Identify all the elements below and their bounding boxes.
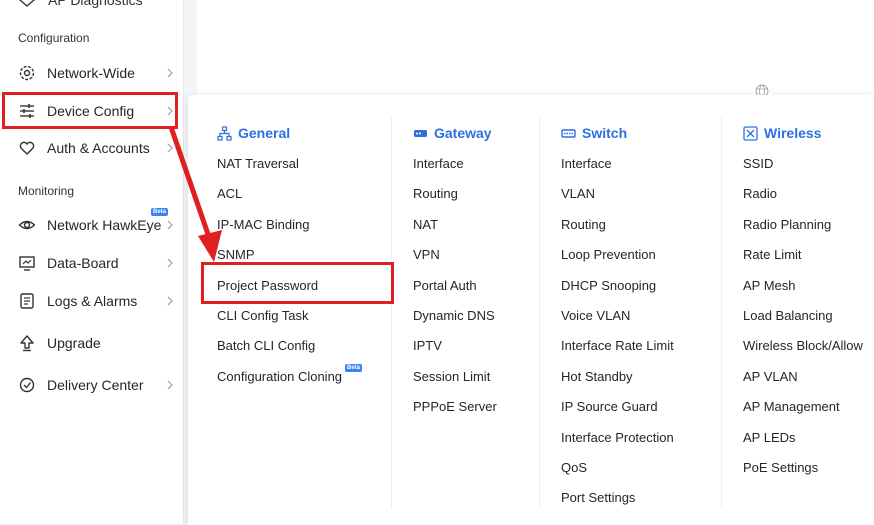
- sidebar-item-label: Auth & Accounts: [47, 140, 150, 156]
- menu-item-acl[interactable]: ACL: [217, 186, 242, 201]
- sidebar-item-auth-accounts[interactable]: Auth & Accounts: [0, 130, 183, 166]
- menu-item-ap-mesh[interactable]: AP Mesh: [743, 278, 796, 293]
- column-title-label: Wireless: [764, 125, 822, 141]
- menu-item-vlan[interactable]: VLAN: [561, 186, 595, 201]
- menu-item-cli-config-task[interactable]: CLI Config Task: [217, 308, 309, 323]
- sidebar-item-network-wide[interactable]: Network-Wide: [0, 55, 183, 91]
- menu-item-session-limit[interactable]: Session Limit: [413, 369, 490, 384]
- menu-item-load-balancing[interactable]: Load Balancing: [743, 308, 833, 323]
- menu-item-interface-rate-limit[interactable]: Interface Rate Limit: [561, 338, 674, 353]
- menu-item-hot-standby[interactable]: Hot Standby: [561, 369, 633, 384]
- diagnostics-icon: [18, 0, 36, 7]
- menu-item-ip-source-guard[interactable]: IP Source Guard: [561, 399, 658, 414]
- menu-item-ap-vlan[interactable]: AP VLAN: [743, 369, 798, 384]
- menu-item-iptv[interactable]: IPTV: [413, 338, 442, 353]
- gear-icon: [19, 65, 35, 81]
- menu-item-dhcp-snooping[interactable]: DHCP Snooping: [561, 278, 656, 293]
- menu-item-routing[interactable]: Routing: [413, 186, 458, 201]
- menu-item-routing[interactable]: Routing: [561, 217, 606, 232]
- highlight-box-project-password: [201, 262, 394, 304]
- column-title-label: Switch: [582, 125, 628, 141]
- sidebar-item-network-hawkeye[interactable]: Network HawkEye Beta: [0, 207, 183, 243]
- main-content: [197, 0, 874, 95]
- chevron-right-icon: [167, 258, 173, 268]
- menu-item-ip-mac-binding[interactable]: IP-MAC Binding: [217, 217, 309, 232]
- menu-item-radio-planning[interactable]: Radio Planning: [743, 217, 831, 232]
- menu-item-port-settings[interactable]: Port Settings: [561, 490, 635, 505]
- menu-item-qos[interactable]: QoS: [561, 460, 587, 475]
- menu-item-radio[interactable]: Radio: [743, 186, 777, 201]
- sidebar-item-label: Network-Wide: [47, 65, 135, 81]
- chevron-right-icon: [167, 380, 173, 390]
- menu-item-snmp[interactable]: SNMP: [217, 247, 255, 262]
- sidebar-item-label: Network HawkEye: [47, 217, 162, 233]
- chevron-right-icon: [167, 296, 173, 306]
- sitemap-icon: [217, 125, 232, 141]
- document-icon: [20, 293, 34, 309]
- highlight-box-device-config: [2, 92, 178, 129]
- menu-item-voice-vlan[interactable]: Voice VLAN: [561, 308, 630, 323]
- sidebar-item-upgrade[interactable]: Upgrade: [0, 325, 183, 361]
- menu-item-configuration-cloning[interactable]: Configuration Cloning: [217, 369, 342, 384]
- gateway-icon: [414, 129, 427, 137]
- menu-item-loop-prevention[interactable]: Loop Prevention: [561, 247, 656, 262]
- menu-item-rate-limit[interactable]: Rate Limit: [743, 247, 802, 262]
- menu-item-batch-cli-config[interactable]: Batch CLI Config: [217, 338, 315, 353]
- sidebar-item-data-board[interactable]: Data-Board: [0, 245, 183, 281]
- sidebar-item-label: Upgrade: [47, 335, 101, 351]
- column-title-label: General: [238, 125, 291, 141]
- eye-icon: [18, 220, 36, 230]
- sidebar-item-label: Delivery Center: [47, 377, 144, 393]
- sidebar-item-label: AP Diagnostics: [48, 0, 143, 8]
- heart-icon: [19, 141, 35, 155]
- menu-item-portal-auth[interactable]: Portal Auth: [413, 278, 477, 293]
- section-label-monitoring: Monitoring: [18, 184, 75, 198]
- sidebar-item-logs-alarms[interactable]: Logs & Alarms: [0, 283, 183, 319]
- delivery-icon: [19, 377, 35, 393]
- menu-item-interface[interactable]: Interface: [413, 156, 464, 171]
- sidebar-item-ap-diagnostics[interactable]: AP Diagnostics: [18, 0, 143, 9]
- menu-item-wireless-block-allow[interactable]: Wireless Block/Allow: [743, 338, 863, 353]
- column-title-label: Gateway: [434, 125, 492, 141]
- device-config-dropdown: General Gateway Switch Wireless NAT Trav…: [188, 95, 874, 525]
- sidebar-item-label: Logs & Alarms: [47, 293, 138, 309]
- chevron-right-icon: [167, 68, 173, 78]
- chevron-right-icon: [167, 220, 173, 230]
- menu-item-vpn[interactable]: VPN: [413, 247, 440, 262]
- dashboard-icon: [19, 256, 35, 271]
- column-title-switch: Switch: [561, 125, 627, 141]
- menu-item-dynamic-dns[interactable]: Dynamic DNS: [413, 308, 495, 323]
- menu-item-nat-traversal[interactable]: NAT Traversal: [217, 156, 299, 171]
- menu-item-interface-protection[interactable]: Interface Protection: [561, 430, 674, 445]
- beta-badge: Beta: [345, 364, 363, 372]
- chevron-right-icon: [167, 143, 173, 153]
- column-divider: [721, 117, 722, 509]
- menu-item-ap-management[interactable]: AP Management: [743, 399, 840, 414]
- upload-arrow-icon: [20, 335, 34, 352]
- sidebar-item-label: Data-Board: [47, 255, 119, 271]
- sidebar-item-delivery-center[interactable]: Delivery Center: [0, 367, 183, 403]
- section-label-configuration: Configuration: [18, 31, 90, 45]
- menu-item-nat[interactable]: NAT: [413, 217, 438, 232]
- column-title-general: General: [217, 125, 290, 141]
- column-divider: [391, 117, 392, 509]
- menu-item-ssid[interactable]: SSID: [743, 156, 773, 171]
- column-title-wireless: Wireless: [743, 125, 821, 141]
- column-divider: [539, 117, 540, 509]
- menu-item-interface[interactable]: Interface: [561, 156, 612, 171]
- column-title-gateway: Gateway: [413, 125, 492, 141]
- sidebar: AP Diagnostics Configuration Network-Wid…: [0, 0, 184, 523]
- switch-icon: [561, 128, 576, 138]
- menu-item-ap-leds[interactable]: AP LEDs: [743, 430, 796, 445]
- beta-badge: Beta: [151, 208, 169, 216]
- wireless-icon: [743, 125, 758, 141]
- menu-item-pppoe-server[interactable]: PPPoE Server: [413, 399, 497, 414]
- menu-item-poe-settings[interactable]: PoE Settings: [743, 460, 818, 475]
